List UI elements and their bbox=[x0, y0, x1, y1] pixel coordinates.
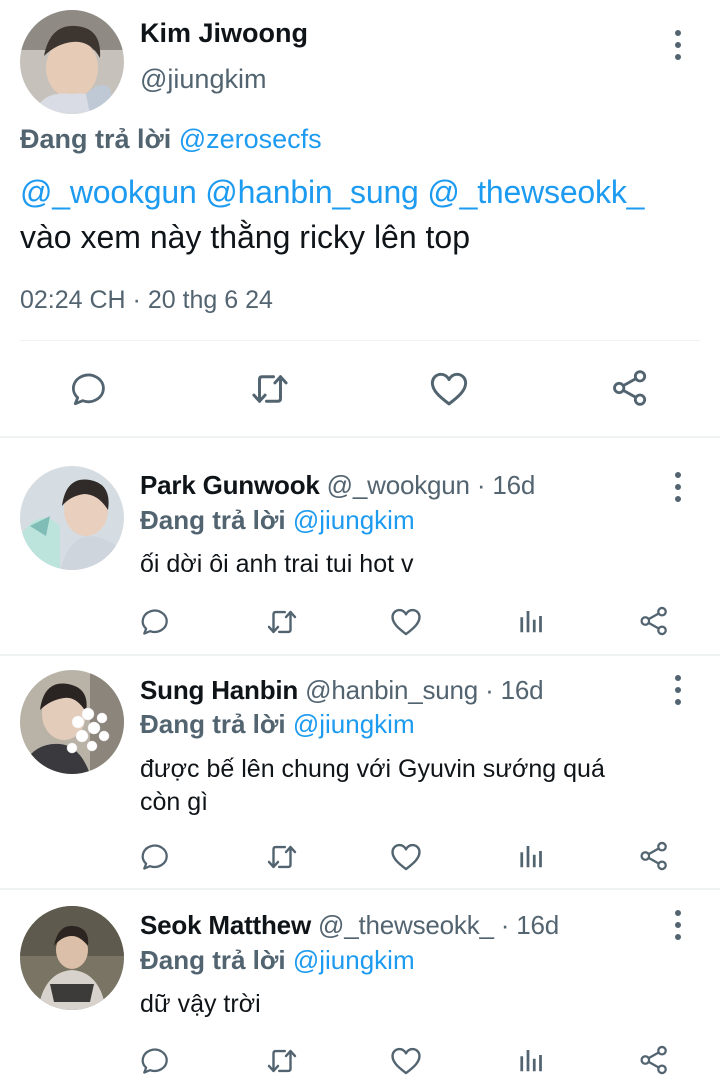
replying-prefix: Đang trả lời bbox=[140, 945, 286, 975]
replying-prefix: Đang trả lời bbox=[140, 709, 286, 739]
avatar[interactable] bbox=[20, 10, 124, 114]
reply-icon[interactable] bbox=[140, 840, 172, 872]
reply-text: được bế lên chung với Gyuvin sướng quá c… bbox=[140, 753, 680, 819]
avatar[interactable] bbox=[20, 466, 124, 570]
like-icon[interactable] bbox=[428, 368, 470, 410]
reply-age: · 16d bbox=[485, 675, 544, 705]
more-options-icon[interactable] bbox=[674, 910, 682, 940]
like-icon[interactable] bbox=[389, 840, 423, 874]
retweet-icon[interactable] bbox=[249, 368, 291, 410]
divider bbox=[20, 340, 700, 341]
share-icon[interactable] bbox=[638, 605, 670, 637]
reply-text: dữ vậy trời bbox=[140, 990, 261, 1018]
views-icon[interactable] bbox=[516, 606, 546, 636]
views-icon[interactable] bbox=[516, 841, 546, 871]
more-options-icon[interactable] bbox=[674, 675, 682, 705]
author-handle[interactable]: @hanbin_sung bbox=[305, 675, 478, 705]
author-name[interactable]: Sung Hanbin bbox=[140, 675, 298, 705]
reply-age: · 16d bbox=[476, 470, 536, 500]
divider bbox=[0, 654, 720, 656]
replying-to-line: Đang trả lời @jiungkim bbox=[140, 945, 415, 976]
replying-to-line: Đang trả lời @zerosecfs bbox=[20, 124, 322, 155]
author-name[interactable]: Kim Jiwoong bbox=[140, 18, 308, 49]
like-icon[interactable] bbox=[389, 1044, 423, 1078]
retweet-icon[interactable] bbox=[265, 840, 299, 874]
reply-icon[interactable] bbox=[70, 368, 110, 408]
author-handle[interactable]: @_wookgun bbox=[327, 470, 470, 500]
author-name[interactable]: Park Gunwook bbox=[140, 470, 320, 500]
reply-text-line: còn gì bbox=[140, 788, 209, 816]
reply-text: ối dời ôi anh trai tui hot v bbox=[140, 550, 414, 578]
views-icon[interactable] bbox=[516, 1045, 546, 1075]
replying-to-link[interactable]: @zerosecfs bbox=[179, 124, 322, 154]
like-icon[interactable] bbox=[389, 605, 423, 639]
retweet-icon[interactable] bbox=[265, 605, 299, 639]
replying-to-line: Đang trả lời @jiungkim bbox=[140, 709, 415, 740]
replying-to-link[interactable]: @jiungkim bbox=[293, 945, 415, 975]
reply-header: Seok Matthew @_thewseokk_ · 16d bbox=[140, 910, 559, 941]
retweet-icon[interactable] bbox=[265, 1044, 299, 1078]
share-icon[interactable] bbox=[638, 840, 670, 872]
reply-age: · 16d bbox=[500, 910, 560, 940]
reply-icon[interactable] bbox=[140, 1044, 172, 1076]
tweet-mentions: @_wookgun @hanbin_sung @_thewseokk_ bbox=[20, 174, 644, 211]
more-options-icon[interactable] bbox=[674, 30, 682, 60]
replying-prefix: Đang trả lời bbox=[140, 505, 286, 535]
author-name[interactable]: Seok Matthew bbox=[140, 910, 311, 940]
tweet-text: vào xem này thằng ricky lên top bbox=[20, 219, 471, 255]
author-handle[interactable]: @_thewseokk_ bbox=[318, 910, 494, 940]
reply-icon[interactable] bbox=[140, 605, 172, 637]
divider bbox=[0, 436, 720, 438]
share-icon[interactable] bbox=[610, 368, 650, 408]
more-options-icon[interactable] bbox=[674, 472, 682, 502]
share-icon[interactable] bbox=[638, 1044, 670, 1076]
author-handle[interactable]: @jiungkim bbox=[140, 64, 266, 95]
avatar[interactable] bbox=[20, 906, 124, 1010]
replying-to-line: Đang trả lời @jiungkim bbox=[140, 505, 415, 536]
tweet-timestamp[interactable]: 02:24 CH · 20 thg 6 24 bbox=[20, 286, 273, 315]
mention-link[interactable]: @hanbin_sung bbox=[205, 174, 419, 210]
replying-to-link[interactable]: @jiungkim bbox=[293, 505, 415, 535]
avatar[interactable] bbox=[20, 670, 124, 774]
replying-prefix: Đang trả lời bbox=[20, 124, 172, 154]
mention-link[interactable]: @_wookgun bbox=[20, 174, 197, 210]
reply-header: Park Gunwook @_wookgun · 16d bbox=[140, 470, 535, 501]
reply-header: Sung Hanbin @hanbin_sung · 16d bbox=[140, 675, 544, 706]
replying-to-link[interactable]: @jiungkim bbox=[293, 709, 415, 739]
reply-text-line: được bế lên chung với Gyuvin sướng quá bbox=[140, 755, 605, 783]
divider bbox=[0, 888, 720, 890]
mention-link[interactable]: @_thewseokk_ bbox=[427, 174, 644, 210]
